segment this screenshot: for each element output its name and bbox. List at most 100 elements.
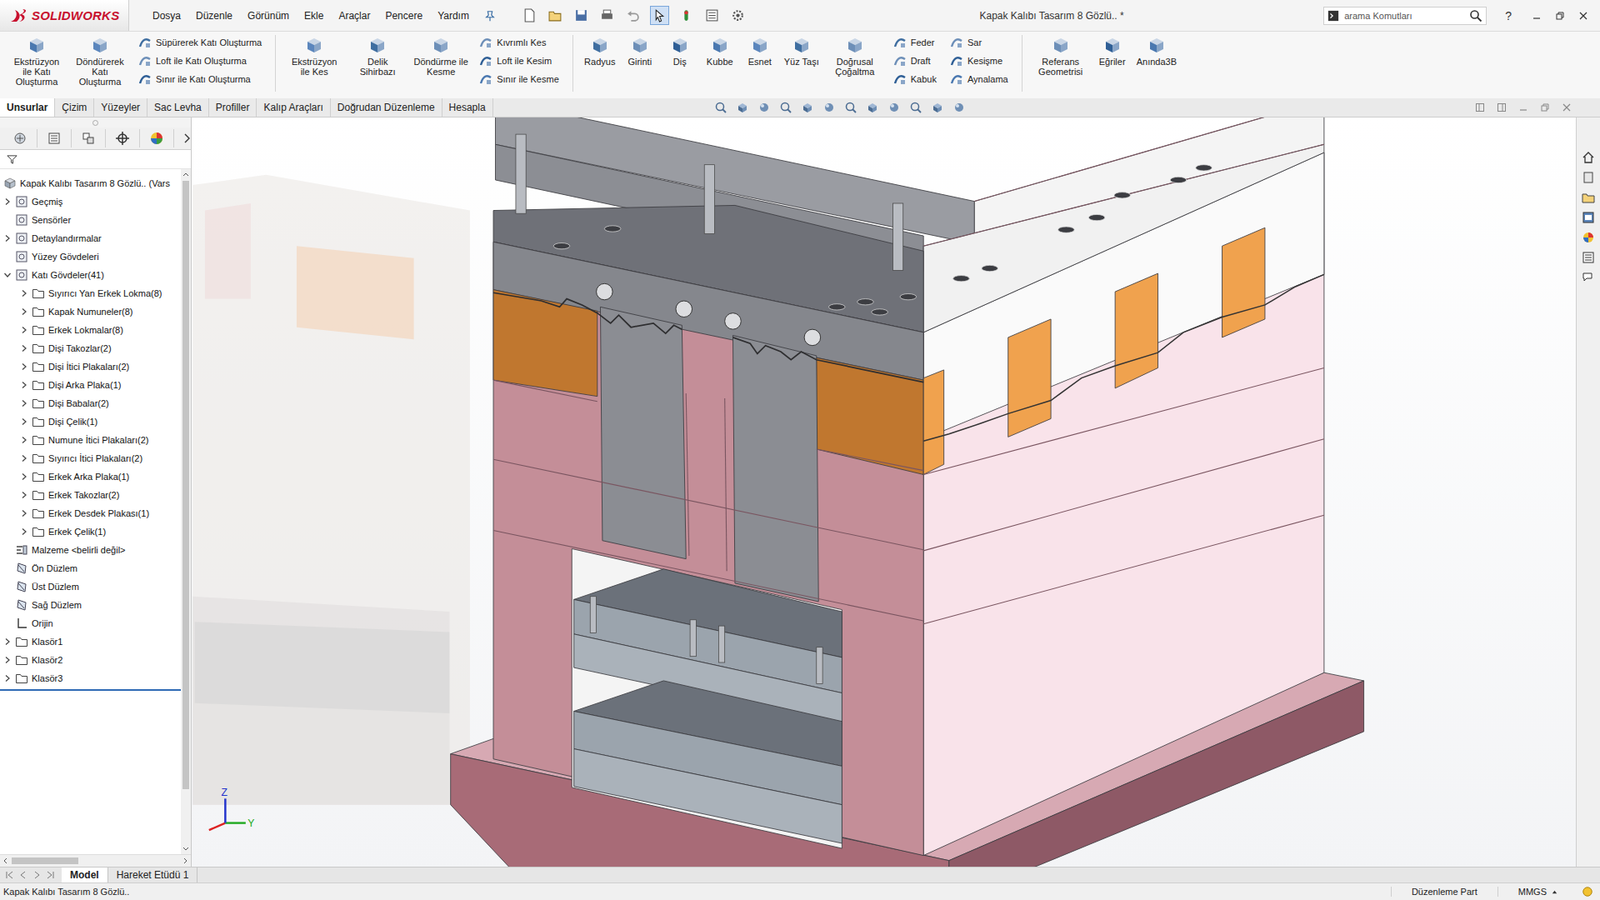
last-tab-icon[interactable] (45, 870, 55, 880)
expand-arrow-icon[interactable] (20, 289, 29, 298)
appearances-icon[interactable] (1581, 230, 1595, 245)
unit-system[interactable]: MMGS (1497, 886, 1579, 897)
expand-arrow-icon[interactable] (20, 490, 29, 500)
view-tool-icon[interactable] (909, 100, 923, 115)
command-button[interactable]: Sınır ile Kesme (479, 71, 560, 86)
menu-item[interactable]: Düzenle (195, 10, 233, 22)
command-button[interactable]: Süpürerek Katı Oluşturma (138, 35, 262, 50)
file-properties-icon[interactable] (703, 6, 721, 25)
search-commands[interactable]: arama Komutları (1323, 6, 1487, 25)
tree-item[interactable]: Orijin (0, 614, 181, 633)
command-button[interactable]: Radyus (581, 35, 619, 67)
notification-icon[interactable] (1581, 885, 1594, 898)
tree-item[interactable]: Katı Gövdeler(41) (0, 265, 181, 285)
close-icon[interactable] (1578, 10, 1589, 21)
view-tool-icon[interactable] (844, 100, 858, 115)
command-button[interactable]: Kıvrımlı Kes (479, 35, 560, 50)
view-tool-icon[interactable] (952, 100, 966, 115)
first-tab-icon[interactable] (5, 870, 15, 880)
command-button[interactable]: Kesişme (950, 53, 1009, 68)
tree-item[interactable]: Dişi Takozlar(2) (0, 339, 181, 358)
command-button[interactable]: Loft ile Katı Oluşturma (138, 53, 262, 68)
command-button[interactable]: Eğriler (1094, 35, 1131, 67)
expand-arrow-icon[interactable] (20, 362, 29, 371)
minimize-icon[interactable] (1531, 10, 1542, 21)
command-button[interactable]: Yüz Taşı (781, 35, 822, 67)
command-tab[interactable]: Yüzeyler (94, 98, 148, 117)
tree-item[interactable]: Sağ Düzlem (0, 595, 181, 615)
command-tab[interactable]: Çizim (55, 98, 95, 117)
forum-icon[interactable] (1581, 270, 1595, 285)
model-tab[interactable]: Hareket Etüdü 1 (108, 867, 199, 883)
tree-item[interactable]: Erkek Arka Plaka(1) (0, 467, 181, 486)
command-tab[interactable]: Kalıp Araçları (256, 98, 330, 117)
menu-item[interactable]: Ekle (304, 10, 324, 22)
tree-item[interactable]: Numune İtici Plakaları(2) (0, 430, 181, 450)
command-button[interactable]: Döndürerek Katı Oluşturma (70, 35, 130, 87)
view-tool-icon[interactable] (822, 100, 836, 115)
view-tool-icon[interactable] (865, 100, 880, 115)
command-button[interactable]: Anında3B (1134, 35, 1180, 67)
command-button[interactable]: Girinti (621, 35, 659, 67)
menu-item[interactable]: Dosya (152, 10, 181, 22)
tree-item[interactable]: Dişi Babalar(2) (0, 394, 181, 413)
save-icon[interactable] (572, 6, 590, 25)
expand-arrow-icon[interactable] (20, 454, 29, 463)
command-button[interactable]: Feder (893, 35, 937, 50)
tree-item[interactable]: Erkek Lokmalar(8) (0, 320, 181, 340)
tile-icon[interactable] (1496, 102, 1507, 113)
close-icon[interactable] (1561, 102, 1572, 113)
expand-arrow-icon[interactable] (20, 509, 29, 518)
menu-item[interactable]: Araçlar (338, 10, 370, 22)
expand-arrow-icon[interactable] (3, 234, 12, 243)
command-button[interactable]: Doğrusal Çoğaltma (825, 35, 885, 77)
expand-arrow-icon[interactable] (3, 655, 12, 665)
command-button[interactable]: Döndürme ile Kesme (410, 35, 471, 77)
configuration-icon[interactable] (71, 129, 106, 148)
open-file-icon[interactable] (546, 6, 565, 25)
scroll-down-icon[interactable] (180, 844, 191, 855)
next-tab-icon[interactable] (31, 870, 42, 880)
view-tool-icon[interactable] (930, 100, 945, 115)
view-tool-icon[interactable] (714, 100, 728, 115)
command-button[interactable]: Aynalama (950, 71, 1009, 86)
expand-arrow-icon[interactable] (20, 527, 29, 536)
previous-tab-icon[interactable] (18, 870, 29, 880)
expand-arrow-icon[interactable] (3, 270, 12, 280)
tree-item[interactable]: Dişi Çelik(1) (0, 412, 181, 431)
tree-item[interactable]: Klasör3 (0, 669, 181, 688)
tree-item[interactable]: Sıyırıcı Yan Erkek Lokma(8) (0, 284, 181, 303)
design-library-icon[interactable] (1581, 190, 1595, 205)
view-tool-icon[interactable] (887, 100, 901, 115)
horizontal-scrollbar[interactable] (0, 854, 191, 867)
expand-arrow-icon[interactable] (20, 435, 29, 445)
select-icon[interactable] (650, 5, 670, 25)
scroll-right-icon[interactable] (180, 855, 191, 866)
tree-item[interactable]: Detaylandırmalar (0, 229, 181, 248)
expand-arrow-icon[interactable] (20, 344, 29, 353)
tree-item[interactable]: Sıyırıcı İtici Plakaları(2) (0, 449, 181, 468)
expand-arrow-icon[interactable] (20, 380, 29, 390)
command-button[interactable]: Diş (661, 35, 699, 67)
command-tab[interactable]: Unsurlar (0, 98, 55, 117)
expand-arrow-icon[interactable] (20, 417, 29, 426)
command-button[interactable]: Kubbe (701, 35, 739, 67)
tree-item[interactable]: Ön Düzlem (0, 559, 181, 578)
scroll-up-icon[interactable] (180, 169, 191, 180)
dimxpert-icon[interactable] (105, 129, 140, 148)
expand-arrow-icon[interactable] (20, 399, 29, 408)
tile-icon[interactable] (1475, 102, 1485, 113)
expand-arrow-icon[interactable] (20, 325, 29, 335)
command-button[interactable]: Loft ile Kesim (479, 53, 560, 68)
rebuild-icon[interactable] (677, 6, 695, 25)
command-button[interactable]: Referans Geometrisi (1030, 35, 1091, 77)
command-button[interactable]: Ekstrüzyon ile Katı Oluşturma (6, 35, 67, 87)
tree-item[interactable]: Erkek Çelik(1) (0, 522, 181, 541)
expand-arrow-icon[interactable] (3, 637, 12, 646)
tree-item[interactable]: Kapak Numuneler(8) (0, 302, 181, 321)
command-tab[interactable]: Hesapla (442, 98, 494, 117)
tree-item[interactable]: Kapak Kalıbı Tasarım 8 Gözlü.. (Vars (0, 174, 181, 193)
new-file-icon[interactable] (520, 6, 539, 25)
menu-item[interactable]: Pencere (385, 10, 423, 22)
mold-model[interactable]: ZY (191, 117, 1576, 867)
